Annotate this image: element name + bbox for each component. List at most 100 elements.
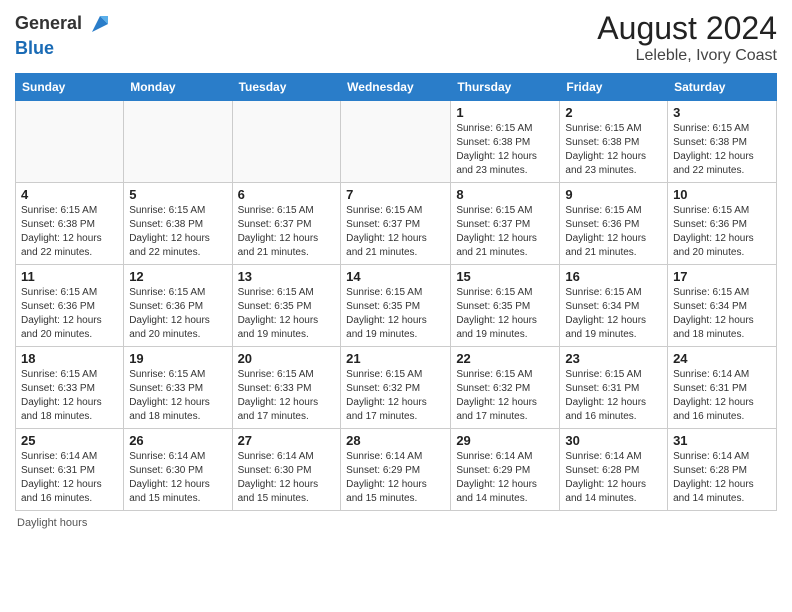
day-info: Sunrise: 6:14 AM Sunset: 6:30 PM Dayligh… xyxy=(238,450,336,506)
calendar-week-row: 18Sunrise: 6:15 AM Sunset: 6:33 PM Dayli… xyxy=(16,347,777,429)
day-info: Sunrise: 6:14 AM Sunset: 6:28 PM Dayligh… xyxy=(673,450,771,506)
day-info: Sunrise: 6:15 AM Sunset: 6:38 PM Dayligh… xyxy=(673,122,771,178)
day-number: 26 xyxy=(129,433,226,448)
table-row: 6 Sunrise: 6:15 AM Sunset: 6:37 PM Daylig… xyxy=(232,183,341,265)
day-info: Sunrise: 6:15 AM Sunset: 6:37 PM Dayligh… xyxy=(456,204,554,260)
day-number: 17 xyxy=(673,269,771,284)
day-info: Sunrise: 6:15 AM Sunset: 6:31 PM Dayligh… xyxy=(565,368,662,424)
logo: General Blue xyxy=(15,10,114,60)
day-number: 25 xyxy=(21,433,118,448)
day-info: Sunrise: 6:15 AM Sunset: 6:34 PM Dayligh… xyxy=(673,286,771,342)
day-number: 3 xyxy=(673,105,771,120)
day-number: 29 xyxy=(456,433,554,448)
day-number: 11 xyxy=(21,269,118,284)
col-wednesday: Wednesday xyxy=(341,74,451,101)
day-number: 2 xyxy=(565,105,662,120)
col-thursday: Thursday xyxy=(451,74,560,101)
day-info: Sunrise: 6:15 AM Sunset: 6:35 PM Dayligh… xyxy=(456,286,554,342)
table-row: 3 Sunrise: 6:15 AM Sunset: 6:38 PM Daylig… xyxy=(668,101,777,183)
month-year-title: August 2024 xyxy=(597,10,777,47)
day-number: 12 xyxy=(129,269,226,284)
day-info: Sunrise: 6:14 AM Sunset: 6:28 PM Dayligh… xyxy=(565,450,662,506)
day-info: Sunrise: 6:15 AM Sunset: 6:32 PM Dayligh… xyxy=(346,368,445,424)
day-info: Sunrise: 6:14 AM Sunset: 6:31 PM Dayligh… xyxy=(21,450,118,506)
calendar-week-row: 4Sunrise: 6:15 AM Sunset: 6:38 PM Daylig… xyxy=(16,183,777,265)
footer: Daylight hours xyxy=(15,517,777,529)
calendar-week-row: 11 Sunrise: 6:15 AM Sunset: 6:36 PM Dayli… xyxy=(16,265,777,347)
table-row: 16 Sunrise: 6:15 AM Sunset: 6:34 PM Dayli… xyxy=(560,265,668,347)
day-info: Sunrise: 6:14 AM Sunset: 6:29 PM Dayligh… xyxy=(346,450,445,506)
col-tuesday: Tuesday xyxy=(232,74,341,101)
calendar-header-row: Sunday Monday Tuesday Wednesday Thursday… xyxy=(16,74,777,101)
calendar-table: Sunday Monday Tuesday Wednesday Thursday… xyxy=(15,73,777,511)
day-number: 31 xyxy=(673,433,771,448)
table-row: 5 Sunrise: 6:15 AM Sunset: 6:38 PM Daylig… xyxy=(124,183,232,265)
day-number: 10 xyxy=(673,187,771,202)
table-row: 13Sunrise: 6:15 AM Sunset: 6:35 PM Dayli… xyxy=(232,265,341,347)
day-info: Sunrise: 6:14 AM Sunset: 6:29 PM Dayligh… xyxy=(456,450,554,506)
day-number: 24 xyxy=(673,351,771,366)
location-subtitle: Leleble, Ivory Coast xyxy=(597,47,777,65)
day-number: 23 xyxy=(565,351,662,366)
table-row: 18Sunrise: 6:15 AM Sunset: 6:33 PM Dayli… xyxy=(16,347,124,429)
daylight-label: Daylight hours xyxy=(17,517,87,529)
table-row: 22 Sunrise: 6:15 AM Sunset: 6:32 PM Dayli… xyxy=(451,347,560,429)
day-info: Sunrise: 6:15 AM Sunset: 6:36 PM Dayligh… xyxy=(565,204,662,260)
calendar-body: 1 Sunrise: 6:15 AM Sunset: 6:38 PM Daylig… xyxy=(16,101,777,511)
day-number: 15 xyxy=(456,269,554,284)
table-row: 9 Sunrise: 6:15 AM Sunset: 6:36 PM Daylig… xyxy=(560,183,668,265)
day-number: 14 xyxy=(346,269,445,284)
table-row: 27 Sunrise: 6:14 AM Sunset: 6:30 PM Dayli… xyxy=(232,429,341,511)
table-row: 28 Sunrise: 6:14 AM Sunset: 6:29 PM Dayli… xyxy=(341,429,451,511)
table-row: 23 Sunrise: 6:15 AM Sunset: 6:31 PM Dayli… xyxy=(560,347,668,429)
table-row: 24Sunrise: 6:14 AM Sunset: 6:31 PM Dayli… xyxy=(668,347,777,429)
day-info: Sunrise: 6:15 AM Sunset: 6:38 PM Dayligh… xyxy=(456,122,554,178)
table-row xyxy=(341,101,451,183)
day-number: 27 xyxy=(238,433,336,448)
day-info: Sunrise: 6:15 AM Sunset: 6:33 PM Dayligh… xyxy=(238,368,336,424)
day-number: 21 xyxy=(346,351,445,366)
day-info: Sunrise: 6:15 AM Sunset: 6:34 PM Dayligh… xyxy=(565,286,662,342)
table-row: 20 Sunrise: 6:15 AM Sunset: 6:33 PM Dayli… xyxy=(232,347,341,429)
day-number: 19 xyxy=(129,351,226,366)
table-row: 1 Sunrise: 6:15 AM Sunset: 6:38 PM Daylig… xyxy=(451,101,560,183)
day-info: Sunrise: 6:15 AM Sunset: 6:36 PM Dayligh… xyxy=(21,286,118,342)
table-row: 8 Sunrise: 6:15 AM Sunset: 6:37 PM Daylig… xyxy=(451,183,560,265)
day-info: Sunrise: 6:15 AM Sunset: 6:38 PM Dayligh… xyxy=(129,204,226,260)
day-number: 28 xyxy=(346,433,445,448)
day-info: Sunrise: 6:15 AM Sunset: 6:33 PM Dayligh… xyxy=(21,368,118,424)
table-row xyxy=(232,101,341,183)
day-info: Sunrise: 6:15 AM Sunset: 6:38 PM Dayligh… xyxy=(21,204,118,260)
table-row: 10 Sunrise: 6:15 AM Sunset: 6:36 PM Dayli… xyxy=(668,183,777,265)
day-info: Sunrise: 6:14 AM Sunset: 6:30 PM Dayligh… xyxy=(129,450,226,506)
logo-icon xyxy=(86,10,114,38)
table-row: 2 Sunrise: 6:15 AM Sunset: 6:38 PM Daylig… xyxy=(560,101,668,183)
day-number: 1 xyxy=(456,105,554,120)
day-number: 9 xyxy=(565,187,662,202)
day-number: 13 xyxy=(238,269,336,284)
col-sunday: Sunday xyxy=(16,74,124,101)
table-row: 15 Sunrise: 6:15 AM Sunset: 6:35 PM Dayli… xyxy=(451,265,560,347)
day-number: 8 xyxy=(456,187,554,202)
table-row: 31 Sunrise: 6:14 AM Sunset: 6:28 PM Dayli… xyxy=(668,429,777,511)
day-info: Sunrise: 6:15 AM Sunset: 6:35 PM Dayligh… xyxy=(346,286,445,342)
logo-general-text: General xyxy=(15,13,82,35)
day-info: Sunrise: 6:15 AM Sunset: 6:37 PM Dayligh… xyxy=(238,204,336,260)
day-info: Sunrise: 6:15 AM Sunset: 6:38 PM Dayligh… xyxy=(565,122,662,178)
day-info: Sunrise: 6:15 AM Sunset: 6:32 PM Dayligh… xyxy=(456,368,554,424)
table-row: 30 Sunrise: 6:14 AM Sunset: 6:28 PM Dayli… xyxy=(560,429,668,511)
calendar-week-row: 25 Sunrise: 6:14 AM Sunset: 6:31 PM Dayli… xyxy=(16,429,777,511)
day-number: 5 xyxy=(129,187,226,202)
col-saturday: Saturday xyxy=(668,74,777,101)
day-info: Sunrise: 6:15 AM Sunset: 6:36 PM Dayligh… xyxy=(673,204,771,260)
day-info: Sunrise: 6:15 AM Sunset: 6:33 PM Dayligh… xyxy=(129,368,226,424)
table-row: 26 Sunrise: 6:14 AM Sunset: 6:30 PM Dayli… xyxy=(124,429,232,511)
col-monday: Monday xyxy=(124,74,232,101)
day-number: 20 xyxy=(238,351,336,366)
day-number: 6 xyxy=(238,187,336,202)
day-number: 7 xyxy=(346,187,445,202)
day-number: 22 xyxy=(456,351,554,366)
day-number: 16 xyxy=(565,269,662,284)
day-number: 30 xyxy=(565,433,662,448)
table-row: 29 Sunrise: 6:14 AM Sunset: 6:29 PM Dayli… xyxy=(451,429,560,511)
